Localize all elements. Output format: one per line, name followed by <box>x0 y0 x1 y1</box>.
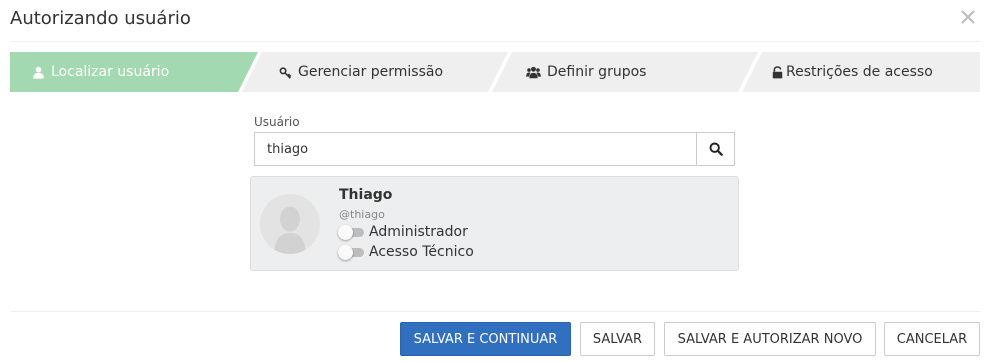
save-authorize-new-button[interactable]: SALVAR E AUTORIZAR NOVO <box>664 322 876 356</box>
close-icon <box>961 10 975 24</box>
avatar-placeholder-icon <box>260 194 320 254</box>
unlock-icon <box>772 65 783 78</box>
user-field-label: Usuário <box>254 115 300 129</box>
toggle-administrador[interactable]: Administrador <box>338 224 468 240</box>
save-continue-button[interactable]: SALVAR E CONTINUAR <box>400 322 571 356</box>
toggle-label: Acesso Técnico <box>369 244 474 260</box>
step-label-text: Gerenciar permissão <box>298 64 444 80</box>
toggle-label: Administrador <box>369 224 468 240</box>
avatar <box>260 194 320 254</box>
footer-divider <box>10 311 980 312</box>
user-handle: @thiago <box>339 208 385 221</box>
user-icon <box>33 66 44 79</box>
cancel-button[interactable]: CANCELAR <box>884 322 980 356</box>
user-search-input[interactable] <box>255 133 696 165</box>
toggle-switch[interactable] <box>338 245 364 260</box>
step-label-text: Definir grupos <box>547 64 647 80</box>
user-result-card[interactable]: Thiago @thiago Administrador Acesso Técn… <box>250 176 739 271</box>
wizard-steps: Localizar usuário Gerenciar permissão De… <box>10 52 980 92</box>
toggle-acesso-tecnico[interactable]: Acesso Técnico <box>338 244 474 260</box>
modal-title: Autorizando usuário <box>10 8 191 29</box>
save-button[interactable]: SALVAR <box>580 322 655 356</box>
step-label-text: Restrições de acesso <box>786 64 933 80</box>
step-localizar-usuario[interactable]: Localizar usuário <box>32 52 169 92</box>
header-divider <box>10 41 980 42</box>
user-name: Thiago <box>339 187 393 203</box>
step-definir-grupos[interactable]: Definir grupos <box>526 52 646 92</box>
step-restricoes-acesso[interactable]: Restrições de acesso <box>772 52 933 92</box>
step-gerenciar-permissao[interactable]: Gerenciar permissão <box>279 52 443 92</box>
search-icon <box>709 142 723 156</box>
user-search-group <box>254 132 735 166</box>
search-button[interactable] <box>696 133 734 165</box>
step-label-text: Localizar usuário <box>51 64 170 80</box>
users-icon <box>526 66 541 78</box>
key-icon <box>279 66 292 79</box>
close-button[interactable] <box>960 9 978 27</box>
toggle-switch[interactable] <box>338 225 364 240</box>
